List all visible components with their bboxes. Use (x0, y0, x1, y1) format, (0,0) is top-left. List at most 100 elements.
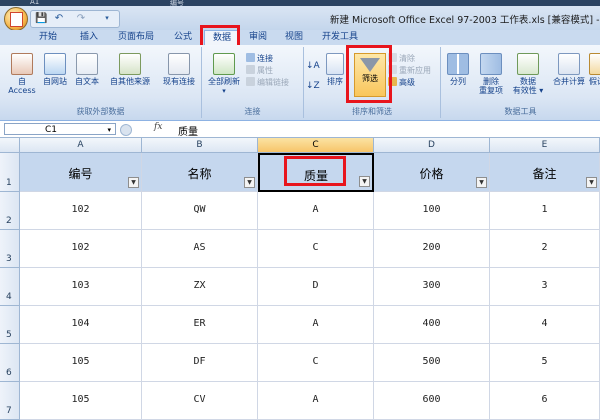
spreadsheet-grid[interactable]: A B C D E 1 编号 ▼ 名称 ▼ 质量 ▼ 价格 ▼ 备注 ▼ 2 102 QW A 1… (0, 138, 600, 420)
office-button[interactable] (4, 7, 28, 31)
tab-home[interactable]: 开始 (30, 31, 66, 44)
cell-quality[interactable]: D (258, 268, 374, 306)
cell-note[interactable]: 4 (490, 306, 600, 344)
header-cell-note[interactable]: 备注 ▼ (490, 153, 600, 192)
excel-logo-icon (10, 12, 23, 27)
select-all-corner[interactable] (0, 138, 20, 153)
group-data-tools: 分列 删除重复项 数据有效性 ▾ 合并计算 假设 数据工具 (441, 47, 600, 118)
existing-connections-icon (168, 53, 190, 75)
cell-name[interactable]: CV (142, 382, 258, 420)
row-header[interactable]: 1 (0, 153, 20, 192)
remove-duplicates-button[interactable]: 删除 重复项 (473, 53, 509, 95)
properties-button[interactable]: 属性 (246, 65, 273, 76)
column-header-b[interactable]: B (142, 138, 258, 153)
refresh-all-button[interactable]: 全部刷新 ▾ (204, 53, 244, 96)
cell-id[interactable]: 103 (20, 268, 142, 306)
cancel-formula-icon[interactable] (120, 124, 132, 136)
cell-quality[interactable]: A (258, 382, 374, 420)
filter-dropdown-icon[interactable]: ▼ (586, 177, 597, 188)
cell-name[interactable]: AS (142, 230, 258, 268)
filter-dropdown-icon[interactable]: ▼ (359, 176, 370, 187)
what-if-icon (589, 53, 600, 75)
remove-duplicates-icon (480, 53, 502, 75)
edit-links-button[interactable]: 编辑链接 (246, 77, 289, 88)
tab-insert[interactable]: 插入 (72, 31, 106, 44)
connections-button[interactable]: 连接 (246, 53, 273, 64)
cell-name[interactable]: ZX (142, 268, 258, 306)
other-sources-icon (119, 53, 141, 75)
header-cell-id[interactable]: 编号 ▼ (20, 153, 142, 192)
column-header-a[interactable]: A (20, 138, 142, 153)
cell-quality[interactable]: A (258, 192, 374, 230)
advanced-filter-button[interactable]: 高级 (388, 77, 415, 88)
filter-dropdown-icon[interactable]: ▼ (476, 177, 487, 188)
cell-id[interactable]: 105 (20, 344, 142, 382)
chevron-down-icon[interactable]: ▾ (107, 124, 111, 136)
tab-developer[interactable]: 开发工具 (316, 31, 364, 44)
existing-connections-button[interactable]: 现有连接 (160, 53, 198, 86)
cell-price[interactable]: 100 (374, 192, 490, 230)
cell-quality[interactable]: A (258, 306, 374, 344)
ribbon-tabs: 开始 插入 页面布局 公式 数据 审阅 视图 开发工具 (0, 30, 600, 46)
tab-page-layout[interactable]: 页面布局 (112, 31, 160, 44)
cell-note[interactable]: 1 (490, 192, 600, 230)
tab-formulas[interactable]: 公式 (166, 31, 200, 44)
save-icon[interactable]: 💾 (35, 13, 47, 24)
row-header[interactable]: 7 (0, 382, 20, 420)
sort-ascending-icon[interactable]: ↓A (306, 61, 320, 71)
cell-note[interactable]: 5 (490, 344, 600, 382)
function-icon[interactable]: fx (154, 122, 162, 132)
connection-icon (246, 53, 255, 62)
cell-price[interactable]: 300 (374, 268, 490, 306)
reapply-button[interactable]: 重新应用 (388, 65, 431, 76)
column-header-d[interactable]: D (374, 138, 490, 153)
row-header[interactable]: 4 (0, 268, 20, 306)
redo-icon[interactable]: ↷ (75, 13, 87, 24)
cell-id[interactable]: 102 (20, 230, 142, 268)
column-header-c[interactable]: C (258, 138, 374, 153)
undo-icon[interactable]: ↶ (53, 13, 65, 24)
sort-descending-icon[interactable]: ↓Z (306, 81, 320, 91)
strip-cell-value: 编号 (170, 0, 184, 7)
customize-qat-icon[interactable]: ▾ (101, 13, 113, 24)
from-other-sources-button[interactable]: 自其他来源 (104, 53, 156, 86)
from-access-button[interactable]: 自 Access (4, 53, 40, 95)
column-header-e[interactable]: E (490, 138, 600, 153)
header-cell-name[interactable]: 名称 ▼ (142, 153, 258, 192)
data-validation-button[interactable]: 数据 有效性 ▾ (509, 53, 547, 95)
cell-price[interactable]: 200 (374, 230, 490, 268)
cell-id[interactable]: 104 (20, 306, 142, 344)
cell-note[interactable]: 6 (490, 382, 600, 420)
clear-filter-button[interactable]: 清除 (388, 53, 415, 64)
text-to-columns-button[interactable]: 分列 (445, 53, 471, 86)
filter-dropdown-icon[interactable]: ▼ (128, 177, 139, 188)
cell-quality[interactable]: C (258, 230, 374, 268)
cell-price[interactable]: 500 (374, 344, 490, 382)
from-text-button[interactable]: 自文本 (72, 53, 102, 86)
cell-id[interactable]: 102 (20, 192, 142, 230)
cell-name[interactable]: DF (142, 344, 258, 382)
cell-price[interactable]: 600 (374, 382, 490, 420)
cell-price[interactable]: 400 (374, 306, 490, 344)
cell-id[interactable]: 105 (20, 382, 142, 420)
consolidate-button[interactable]: 合并计算 (549, 53, 589, 86)
cell-name[interactable]: ER (142, 306, 258, 344)
row-header[interactable]: 2 (0, 192, 20, 230)
row-header[interactable]: 6 (0, 344, 20, 382)
cell-note[interactable]: 3 (490, 268, 600, 306)
name-box[interactable]: C1 ▾ (4, 123, 116, 135)
tab-review[interactable]: 审阅 (244, 31, 272, 44)
cell-quality[interactable]: C (258, 344, 374, 382)
what-if-button[interactable]: 假设 (589, 53, 600, 86)
group-connections: 全部刷新 ▾ 连接 属性 编辑链接 连接 (202, 47, 304, 118)
row-header[interactable]: 5 (0, 306, 20, 344)
header-cell-price[interactable]: 价格 ▼ (374, 153, 490, 192)
filter-dropdown-icon[interactable]: ▼ (244, 177, 255, 188)
sort-button[interactable]: 排序 (324, 53, 346, 86)
cell-note[interactable]: 2 (490, 230, 600, 268)
formula-content[interactable]: 质量 (178, 123, 198, 138)
from-web-button[interactable]: 自网站 (40, 53, 70, 86)
tab-view[interactable]: 视图 (280, 31, 308, 44)
row-header[interactable]: 3 (0, 230, 20, 268)
cell-name[interactable]: QW (142, 192, 258, 230)
